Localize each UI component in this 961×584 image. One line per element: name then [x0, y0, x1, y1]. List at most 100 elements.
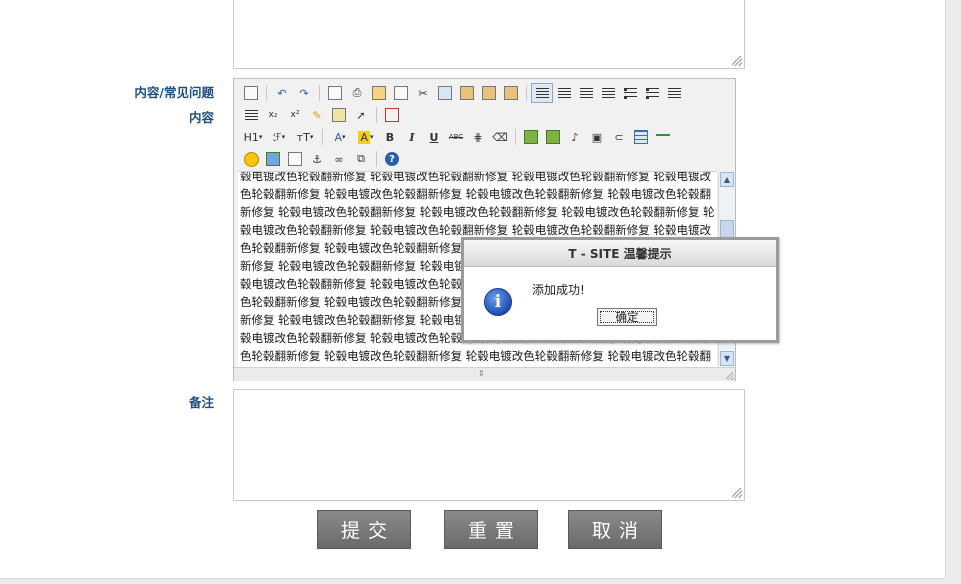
source-icon [244, 86, 258, 100]
align-left-button[interactable] [531, 83, 553, 103]
camera-icon: ▣ [591, 130, 603, 144]
toolbar-row-3: H1 ▾ ℱ ▾ тT ▾ A ▾ A ▾ B I U ABC ⋕ ⌫ ♪ ▣ ⊂ [240, 126, 674, 148]
fullscreen-button[interactable] [381, 105, 403, 125]
source-button[interactable] [240, 83, 262, 103]
preview-button[interactable] [324, 83, 346, 103]
scroll-up-icon[interactable]: ▲ [720, 172, 734, 187]
heading-label: H1 [243, 130, 259, 144]
align-left-icon [535, 87, 549, 99]
note-textarea[interactable] [233, 389, 745, 501]
cancel-button[interactable]: 取消 [568, 510, 662, 549]
highlight-button[interactable]: A ▾ [353, 127, 379, 147]
brush-icon: ✎ [312, 108, 322, 122]
ordered-list-button[interactable] [619, 83, 641, 103]
toolbar-separator [515, 129, 516, 145]
font-family-icon: ℱ [272, 130, 282, 144]
resize-grip-icon[interactable] [732, 56, 742, 66]
toolbar-row-2: x₂ x² ✎ ➚ [240, 104, 403, 126]
pagebreak-icon [288, 152, 302, 166]
unlink-button[interactable]: ⧉ [350, 149, 372, 169]
insert-media-button[interactable]: ♪ [564, 127, 586, 147]
preview-icon [328, 86, 342, 100]
link-button[interactable]: ∞ [328, 149, 350, 169]
eraser-button[interactable]: ⌫ [489, 127, 511, 147]
unlink-icon: ⧉ [357, 152, 365, 165]
link-icon: ∞ [334, 152, 344, 166]
insert-image-button[interactable] [520, 127, 542, 147]
hr-icon [656, 134, 670, 140]
paste-text-button[interactable] [478, 83, 500, 103]
align-right-button[interactable] [575, 83, 597, 103]
note-label: 备注 [188, 395, 214, 410]
italic-button[interactable]: I [401, 127, 423, 147]
underline-icon: U [429, 130, 439, 144]
eraser-icon: ⌫ [492, 130, 508, 144]
code-button[interactable] [390, 83, 412, 103]
superscript-icon: x² [290, 110, 300, 120]
paste-button[interactable] [456, 83, 478, 103]
resize-grip-icon[interactable] [732, 488, 742, 498]
select-all-button[interactable] [328, 105, 350, 125]
resize-handle-icon[interactable]: ⇕ [478, 370, 485, 378]
font-family-dropdown[interactable]: ℱ ▾ [266, 127, 292, 147]
anchor-button[interactable]: ⚓ [306, 149, 328, 169]
submit-button[interactable]: 提交 [317, 510, 411, 549]
outdent-button[interactable] [240, 105, 262, 125]
undo-icon: ↶ [277, 86, 287, 100]
chevron-down-icon: ▾ [370, 133, 374, 141]
resize-grip-icon[interactable] [726, 372, 734, 380]
emoticon-button[interactable] [240, 149, 262, 169]
reset-button[interactable]: 重置 [444, 510, 538, 549]
redo-button[interactable]: ↷ [293, 83, 315, 103]
help-button[interactable]: ? [381, 149, 403, 169]
alert-dialog: T - SITE 温馨提示 i 添加成功! 确定 [461, 237, 779, 343]
indent-icon [667, 87, 681, 99]
chevron-down-icon: ▾ [281, 133, 286, 141]
horizontal-rule-button[interactable] [652, 127, 674, 147]
subscript-button[interactable]: x₂ [262, 105, 284, 125]
category-label: 内容/常见问题 [134, 85, 214, 100]
bold-button[interactable]: B [379, 127, 401, 147]
select-button[interactable]: ➚ [350, 105, 372, 125]
paste-word-button[interactable] [500, 83, 522, 103]
font-size-dropdown[interactable]: тT ▾ [292, 127, 318, 147]
insert-flash-button[interactable] [542, 127, 564, 147]
table-button[interactable] [630, 127, 652, 147]
image-icon [266, 152, 280, 166]
print-icon: ⎙ [352, 86, 362, 99]
undo-button[interactable]: ↶ [271, 83, 293, 103]
align-justify-icon [601, 87, 615, 99]
bold-icon: B [385, 130, 395, 144]
cut-button[interactable]: ✂ [412, 83, 434, 103]
pagebreak-button[interactable] [284, 149, 306, 169]
scroll-down-icon[interactable]: ▼ [720, 351, 734, 366]
dialog-ok-button[interactable]: 确定 [597, 308, 657, 326]
clear-format-button[interactable]: ✎ [306, 105, 328, 125]
toolbar-separator [319, 85, 320, 101]
unordered-list-icon [645, 87, 659, 99]
copy-button[interactable] [434, 83, 456, 103]
line-height-button[interactable]: ⋕ [467, 127, 489, 147]
align-center-button[interactable] [553, 83, 575, 103]
heading-dropdown[interactable]: H1 ▾ [240, 127, 266, 147]
font-size-icon: тT [296, 130, 310, 144]
attach-button[interactable]: ⊂ [608, 127, 630, 147]
align-justify-button[interactable] [597, 83, 619, 103]
indent-button[interactable] [663, 83, 685, 103]
font-color-button[interactable]: A ▾ [327, 127, 353, 147]
print-button[interactable]: ⎙ [346, 83, 368, 103]
strikethrough-button[interactable]: ABC [445, 127, 467, 147]
help-icon: ? [385, 152, 399, 166]
outdent-icon [244, 109, 258, 121]
editor-resize-bar[interactable]: ⇕ [234, 367, 735, 381]
superscript-button[interactable]: x² [284, 105, 306, 125]
cursor-icon: ➚ [356, 108, 366, 122]
unordered-list-button[interactable] [641, 83, 663, 103]
image-button[interactable] [262, 149, 284, 169]
underline-button[interactable]: U [423, 127, 445, 147]
category-textarea[interactable] [233, 0, 745, 69]
insert-video-button[interactable]: ▣ [586, 127, 608, 147]
grid-dots-icon: ⋕ [473, 130, 483, 144]
template-button[interactable] [368, 83, 390, 103]
editor-toolbar: ↶ ↷ ⎙ ✂ x₂ x² ✎ ➚ H1 ▾ ℱ ▾ тT ▾ A ▾ A ▾ … [234, 79, 735, 171]
